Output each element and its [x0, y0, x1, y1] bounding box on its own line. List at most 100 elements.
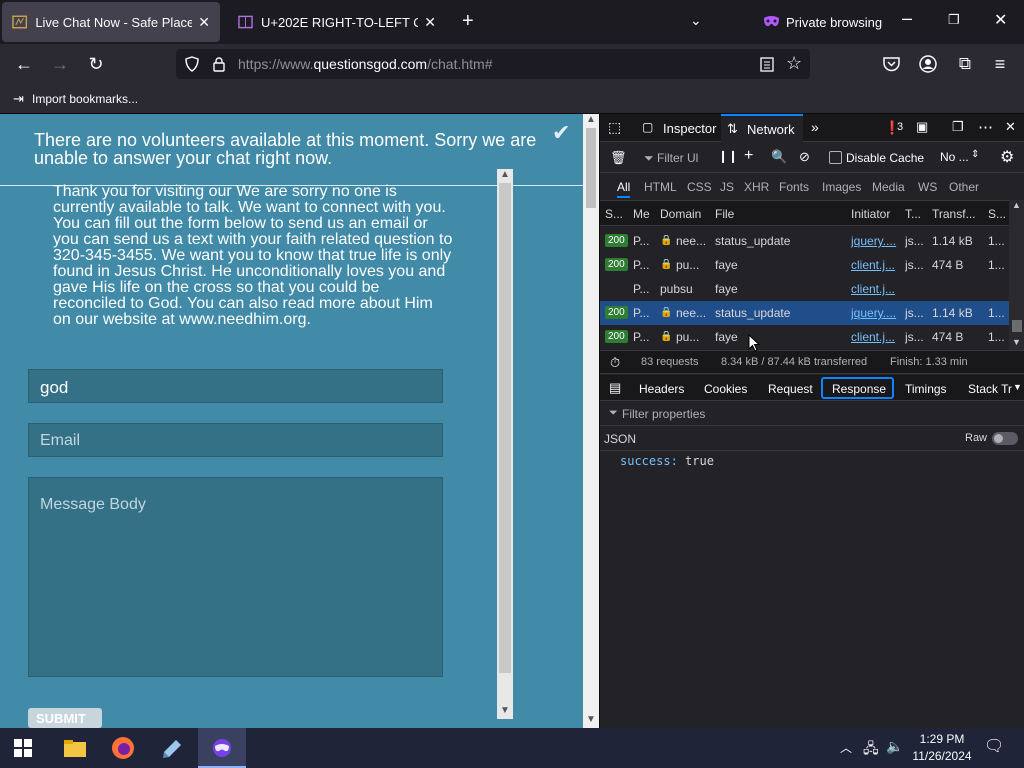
tab-stack-trace[interactable]: Stack Tr: [968, 382, 1012, 396]
settings-gear-icon[interactable]: ⚙: [1000, 147, 1014, 167]
pause-icon[interactable]: ❙❙: [718, 149, 738, 163]
back-arrow-icon[interactable]: ←: [14, 54, 34, 74]
col-type[interactable]: T...: [905, 207, 921, 221]
request-initiator[interactable]: jquery....: [851, 306, 899, 320]
lock-icon[interactable]: [212, 56, 226, 72]
col-transferred[interactable]: Transf...: [932, 207, 976, 221]
filter-fonts[interactable]: Fonts: [779, 180, 809, 194]
network-icon[interactable]: 🖧: [863, 738, 879, 762]
menu-hamburger-icon[interactable]: ≡: [990, 54, 1010, 74]
devtools-menu-icon[interactable]: ⋯: [978, 118, 993, 136]
filter-js[interactable]: JS: [720, 180, 734, 194]
col-status[interactable]: S...: [605, 207, 623, 221]
filter-other[interactable]: Other: [949, 180, 979, 194]
volume-muted-icon[interactable]: 🔈: [886, 738, 903, 755]
new-tab-icon[interactable]: +: [462, 10, 474, 33]
request-row[interactable]: 🔒 200 P... pu... faye client.j... js... 474 B 1.…: [600, 253, 1009, 277]
request-initiator[interactable]: client.j...: [851, 258, 899, 272]
bookmark-star-icon[interactable]: ☆: [786, 53, 802, 74]
pocket-icon[interactable]: [883, 56, 900, 72]
request-list-scrollbar[interactable]: ▲ ▼: [1009, 200, 1024, 350]
request-row[interactable]: 🔒 200 P... nee... status_update jquery.... js.…: [600, 229, 1009, 253]
filter-media[interactable]: Media: [872, 180, 905, 194]
more-tabs-icon[interactable]: ▼: [1013, 382, 1022, 392]
filter-xhr[interactable]: XHR: [744, 180, 769, 194]
extensions-icon[interactable]: ⧉: [955, 54, 975, 74]
request-row[interactable]: 🔒 200 P... nee... status_update jquery.... js.…: [600, 301, 1009, 325]
tab-network-wrap[interactable]: ⇅ Network: [721, 114, 803, 142]
scroll-down-icon[interactable]: ▼: [1012, 337, 1021, 347]
scroll-thumb[interactable]: [586, 128, 596, 208]
throttling-select[interactable]: No ...: [940, 150, 969, 164]
url-bar[interactable]: https://www.questionsgod.com/chat.htm# ☆: [176, 49, 810, 79]
minimize-icon[interactable]: –: [902, 8, 912, 29]
import-bookmarks-link[interactable]: Import bookmarks...: [32, 92, 138, 106]
disable-cache-checkbox[interactable]: [829, 151, 842, 164]
element-picker-icon[interactable]: ⬚: [608, 119, 621, 136]
notifications-icon[interactable]: 🗨: [984, 736, 1004, 756]
show-hidden-icons-chevron[interactable]: ︿: [840, 739, 852, 756]
tab-timings[interactable]: Timings: [905, 382, 947, 396]
filter-html[interactable]: HTML: [644, 180, 677, 194]
search-icon[interactable]: 🔍: [771, 149, 787, 165]
raw-toggle[interactable]: [992, 432, 1018, 445]
filter-properties-input[interactable]: Filter properties: [622, 407, 705, 421]
forward-arrow-icon[interactable]: →: [50, 54, 70, 74]
tab-response[interactable]: Response: [821, 377, 894, 399]
scroll-up-icon[interactable]: ▲: [500, 169, 510, 180]
clock-time[interactable]: 1:29 PM: [912, 732, 972, 746]
reader-view-icon[interactable]: [760, 57, 774, 72]
scroll-down-icon[interactable]: ▼: [586, 714, 596, 725]
close-tab-icon[interactable]: ✕: [424, 14, 436, 31]
close-devtools-icon[interactable]: ✕: [1005, 119, 1016, 135]
firefox-icon[interactable]: [107, 732, 139, 764]
collapse-chevron-icon[interactable]: ✔: [552, 120, 570, 146]
windows-start-icon[interactable]: [14, 739, 32, 757]
scroll-thumb[interactable]: [1012, 320, 1022, 332]
filter-images[interactable]: Images: [822, 180, 861, 194]
filter-ws[interactable]: WS: [918, 180, 937, 194]
dock-icon[interactable]: ▣: [916, 119, 928, 135]
col-size[interactable]: S...: [988, 207, 1006, 221]
col-method[interactable]: Me: [633, 207, 650, 221]
request-initiator[interactable]: client.j...: [851, 282, 899, 296]
request-row[interactable]: P... pubsu... faye client.j...: [600, 277, 1009, 301]
scroll-down-icon[interactable]: ▼: [500, 705, 510, 716]
account-icon[interactable]: [919, 55, 937, 73]
filter-all[interactable]: All: [617, 180, 631, 198]
email-field[interactable]: Email: [28, 423, 443, 457]
clear-trash-icon[interactable]: 🗑: [610, 150, 627, 166]
shield-icon[interactable]: [184, 56, 200, 72]
tab-request[interactable]: Request: [768, 382, 813, 396]
close-tab-icon[interactable]: ✕: [198, 14, 210, 31]
tab-rtl-override[interactable]: U+202E RIGHT-TO-LEFT OVERR ✕: [228, 2, 446, 42]
col-initiator[interactable]: Initiator: [851, 207, 890, 221]
scroll-up-icon[interactable]: ▲: [586, 114, 596, 125]
scroll-thumb[interactable]: [499, 183, 511, 673]
request-initiator[interactable]: client.j...: [851, 330, 899, 344]
block-icon[interactable]: ⊘: [799, 149, 810, 165]
taskbar-private-firefox[interactable]: [198, 728, 246, 768]
clock-date[interactable]: 11/26/2024: [907, 749, 977, 763]
tab-network[interactable]: Network: [747, 122, 795, 137]
col-domain[interactable]: Domain: [660, 207, 701, 221]
tab-cookies[interactable]: Cookies: [704, 382, 747, 396]
tab-inspector[interactable]: Inspector: [663, 121, 716, 136]
more-tools-chevron-icon[interactable]: »: [811, 119, 819, 135]
close-window-icon[interactable]: ✕: [994, 10, 1007, 30]
responsive-icon[interactable]: ❐: [952, 119, 964, 135]
tab-live-chat[interactable]: Live Chat Now - Safe Place to t ✕: [2, 2, 220, 42]
request-initiator[interactable]: jquery....: [851, 234, 899, 248]
list-tabs-chevron-icon[interactable]: ⌄: [690, 12, 702, 29]
file-explorer-icon[interactable]: [58, 732, 90, 764]
filter-css[interactable]: CSS: [687, 180, 712, 194]
add-request-icon[interactable]: +: [744, 147, 753, 165]
scroll-up-icon[interactable]: ▲: [1012, 200, 1021, 210]
chat-scrollbar[interactable]: ▲ ▼: [497, 169, 513, 719]
toggle-sidebar-icon[interactable]: ▤: [609, 380, 621, 396]
page-scrollbar[interactable]: ▲ ▼: [583, 114, 599, 728]
filter-urls-input[interactable]: Filter Ul: [657, 151, 698, 165]
request-row[interactable]: 🔒 200 P... pu... faye client.j... js... 474 B 1.…: [600, 325, 1009, 349]
name-field[interactable]: god: [28, 369, 443, 403]
submit-button[interactable]: SUBMIT: [28, 708, 102, 728]
